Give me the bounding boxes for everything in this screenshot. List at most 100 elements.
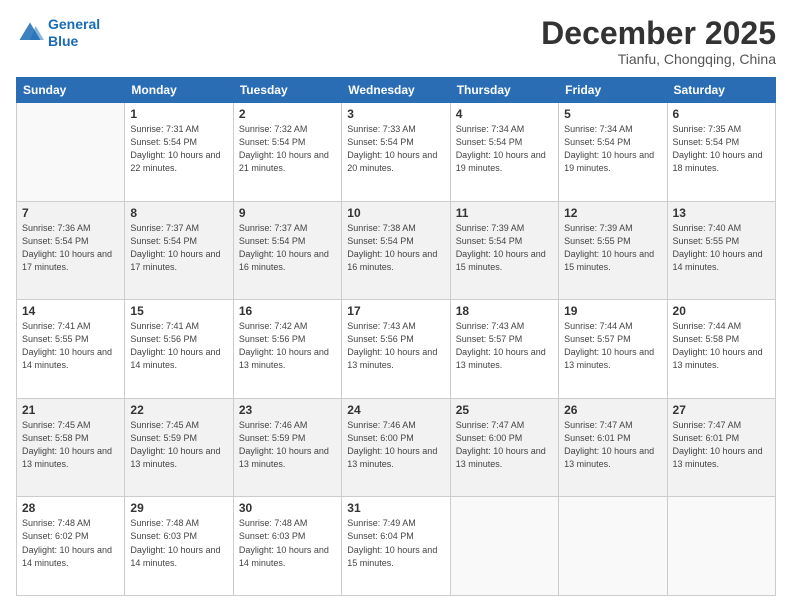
calendar-day-cell: 14 Sunrise: 7:41 AMSunset: 5:55 PMDayligh…	[17, 300, 125, 399]
calendar-week-row: 1 Sunrise: 7:31 AMSunset: 5:54 PMDaylight…	[17, 103, 776, 202]
calendar-day-cell: 25Sunrise: 7:47 AMSunset: 6:00 PMDayligh…	[450, 398, 558, 497]
day-number: 6	[673, 107, 770, 121]
day-number: 27	[673, 403, 770, 417]
day-number: 3	[347, 107, 444, 121]
day-number: 8	[130, 206, 227, 220]
calendar-day-cell: 20Sunrise: 7:44 AMSunset: 5:58 PMDayligh…	[667, 300, 775, 399]
day-info: Sunrise: 7:42 AMSunset: 5:56 PMDaylight:…	[239, 320, 336, 372]
weekday-header-row: Sunday Monday Tuesday Wednesday Thursday…	[17, 78, 776, 103]
calendar-day-cell: 22Sunrise: 7:45 AMSunset: 5:59 PMDayligh…	[125, 398, 233, 497]
calendar-week-row: 21 Sunrise: 7:45 AMSunset: 5:58 PMDayligh…	[17, 398, 776, 497]
day-number: 1	[130, 107, 227, 121]
calendar-day-cell: 4 Sunrise: 7:34 AMSunset: 5:54 PMDaylight…	[450, 103, 558, 202]
header-monday: Monday	[125, 78, 233, 103]
calendar-week-row: 28 Sunrise: 7:48 AMSunset: 6:02 PMDayligh…	[17, 497, 776, 596]
day-number: 5	[564, 107, 661, 121]
calendar-day-cell: 19 Sunrise: 7:44 AMSunset: 5:57 PMDayligh…	[559, 300, 667, 399]
calendar-day-cell: 8 Sunrise: 7:37 AMSunset: 5:54 PMDaylight…	[125, 201, 233, 300]
day-info: Sunrise: 7:39 AMSunset: 5:55 PMDaylight:…	[564, 222, 661, 274]
day-info: Sunrise: 7:47 AMSunset: 6:01 PMDaylight:…	[564, 419, 661, 471]
calendar-day-cell: 12 Sunrise: 7:39 AMSunset: 5:55 PMDayligh…	[559, 201, 667, 300]
day-info: Sunrise: 7:34 AMSunset: 5:54 PMDaylight:…	[564, 123, 661, 175]
calendar-day-cell: 30Sunrise: 7:48 AMSunset: 6:03 PMDayligh…	[233, 497, 341, 596]
calendar-day-cell: 13Sunrise: 7:40 AMSunset: 5:55 PMDayligh…	[667, 201, 775, 300]
calendar-day-cell: 18 Sunrise: 7:43 AMSunset: 5:57 PMDayligh…	[450, 300, 558, 399]
day-info: Sunrise: 7:48 AMSunset: 6:03 PMDaylight:…	[130, 517, 227, 569]
day-number: 31	[347, 501, 444, 515]
day-info: Sunrise: 7:31 AMSunset: 5:54 PMDaylight:…	[130, 123, 227, 175]
calendar-table: Sunday Monday Tuesday Wednesday Thursday…	[16, 77, 776, 596]
day-number: 26	[564, 403, 661, 417]
calendar-day-cell: 21 Sunrise: 7:45 AMSunset: 5:58 PMDayligh…	[17, 398, 125, 497]
calendar-day-cell: 16 Sunrise: 7:42 AMSunset: 5:56 PMDayligh…	[233, 300, 341, 399]
header-wednesday: Wednesday	[342, 78, 450, 103]
day-info: Sunrise: 7:38 AMSunset: 5:54 PMDaylight:…	[347, 222, 444, 274]
day-number: 29	[130, 501, 227, 515]
day-info: Sunrise: 7:32 AMSunset: 5:54 PMDaylight:…	[239, 123, 336, 175]
day-number: 4	[456, 107, 553, 121]
day-number: 28	[22, 501, 119, 515]
header-friday: Friday	[559, 78, 667, 103]
day-info: Sunrise: 7:47 AMSunset: 6:01 PMDaylight:…	[673, 419, 770, 471]
day-number: 10	[347, 206, 444, 220]
calendar-day-cell	[17, 103, 125, 202]
day-info: Sunrise: 7:46 AMSunset: 6:00 PMDaylight:…	[347, 419, 444, 471]
day-info: Sunrise: 7:48 AMSunset: 6:02 PMDaylight:…	[22, 517, 119, 569]
day-number: 12	[564, 206, 661, 220]
logo-icon	[16, 19, 44, 47]
calendar-day-cell: 11Sunrise: 7:39 AMSunset: 5:54 PMDayligh…	[450, 201, 558, 300]
calendar-day-cell: 26 Sunrise: 7:47 AMSunset: 6:01 PMDayligh…	[559, 398, 667, 497]
day-info: Sunrise: 7:44 AMSunset: 5:58 PMDaylight:…	[673, 320, 770, 372]
day-info: Sunrise: 7:43 AMSunset: 5:56 PMDaylight:…	[347, 320, 444, 372]
day-info: Sunrise: 7:34 AMSunset: 5:54 PMDaylight:…	[456, 123, 553, 175]
day-number: 2	[239, 107, 336, 121]
header-sunday: Sunday	[17, 78, 125, 103]
day-info: Sunrise: 7:37 AMSunset: 5:54 PMDaylight:…	[130, 222, 227, 274]
day-number: 9	[239, 206, 336, 220]
day-number: 19	[564, 304, 661, 318]
calendar-day-cell	[559, 497, 667, 596]
calendar-day-cell: 15 Sunrise: 7:41 AMSunset: 5:56 PMDayligh…	[125, 300, 233, 399]
day-info: Sunrise: 7:45 AMSunset: 5:59 PMDaylight:…	[130, 419, 227, 471]
day-info: Sunrise: 7:43 AMSunset: 5:57 PMDaylight:…	[456, 320, 553, 372]
day-info: Sunrise: 7:36 AMSunset: 5:54 PMDaylight:…	[22, 222, 119, 274]
calendar-day-cell	[450, 497, 558, 596]
day-number: 11	[456, 206, 553, 220]
day-info: Sunrise: 7:41 AMSunset: 5:55 PMDaylight:…	[22, 320, 119, 372]
calendar-day-cell: 2 Sunrise: 7:32 AMSunset: 5:54 PMDaylight…	[233, 103, 341, 202]
day-info: Sunrise: 7:35 AMSunset: 5:54 PMDaylight:…	[673, 123, 770, 175]
calendar-day-cell: 28 Sunrise: 7:48 AMSunset: 6:02 PMDayligh…	[17, 497, 125, 596]
calendar-day-cell: 10 Sunrise: 7:38 AMSunset: 5:54 PMDayligh…	[342, 201, 450, 300]
day-number: 14	[22, 304, 119, 318]
calendar-week-row: 7 Sunrise: 7:36 AMSunset: 5:54 PMDaylight…	[17, 201, 776, 300]
logo-line1: General	[48, 16, 100, 32]
location: Tianfu, Chongqing, China	[541, 51, 776, 67]
day-info: Sunrise: 7:40 AMSunset: 5:55 PMDaylight:…	[673, 222, 770, 274]
day-number: 30	[239, 501, 336, 515]
calendar-day-cell: 31Sunrise: 7:49 AMSunset: 6:04 PMDayligh…	[342, 497, 450, 596]
day-number: 21	[22, 403, 119, 417]
day-number: 7	[22, 206, 119, 220]
calendar-day-cell: 29 Sunrise: 7:48 AMSunset: 6:03 PMDayligh…	[125, 497, 233, 596]
day-info: Sunrise: 7:44 AMSunset: 5:57 PMDaylight:…	[564, 320, 661, 372]
calendar-day-cell: 23Sunrise: 7:46 AMSunset: 5:59 PMDayligh…	[233, 398, 341, 497]
day-number: 18	[456, 304, 553, 318]
day-number: 17	[347, 304, 444, 318]
day-info: Sunrise: 7:45 AMSunset: 5:58 PMDaylight:…	[22, 419, 119, 471]
header: General Blue December 2025 Tianfu, Chong…	[16, 16, 776, 67]
day-number: 23	[239, 403, 336, 417]
day-number: 16	[239, 304, 336, 318]
day-info: Sunrise: 7:41 AMSunset: 5:56 PMDaylight:…	[130, 320, 227, 372]
header-tuesday: Tuesday	[233, 78, 341, 103]
calendar-body: 1 Sunrise: 7:31 AMSunset: 5:54 PMDaylight…	[17, 103, 776, 596]
day-number: 15	[130, 304, 227, 318]
day-info: Sunrise: 7:37 AMSunset: 5:54 PMDaylight:…	[239, 222, 336, 274]
calendar-day-cell: 5 Sunrise: 7:34 AMSunset: 5:54 PMDaylight…	[559, 103, 667, 202]
calendar-day-cell: 7 Sunrise: 7:36 AMSunset: 5:54 PMDaylight…	[17, 201, 125, 300]
calendar-day-cell: 17 Sunrise: 7:43 AMSunset: 5:56 PMDayligh…	[342, 300, 450, 399]
logo-text: General Blue	[48, 16, 100, 50]
calendar-day-cell: 24Sunrise: 7:46 AMSunset: 6:00 PMDayligh…	[342, 398, 450, 497]
calendar-day-cell: 27 Sunrise: 7:47 AMSunset: 6:01 PMDayligh…	[667, 398, 775, 497]
calendar-day-cell	[667, 497, 775, 596]
header-saturday: Saturday	[667, 78, 775, 103]
